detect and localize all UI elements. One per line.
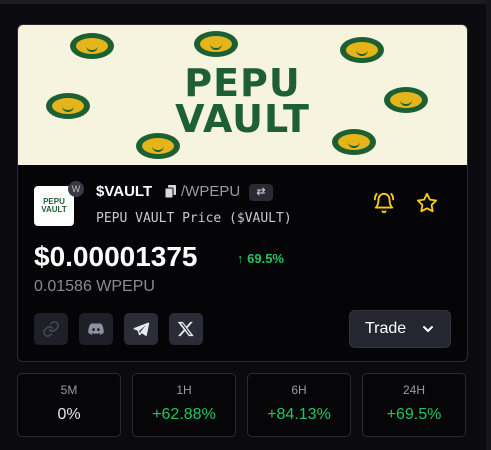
swap-icon[interactable]: ⇄ bbox=[249, 184, 273, 201]
link-button[interactable] bbox=[34, 313, 68, 345]
chain-badge: W bbox=[68, 181, 84, 197]
stat-value: +62.88% bbox=[152, 406, 216, 423]
stat-5m[interactable]: 5M 0% bbox=[17, 373, 121, 437]
stat-label: 24H bbox=[402, 383, 425, 397]
banner-title-line2: VAULT bbox=[175, 97, 310, 141]
stat-value: +69.5% bbox=[386, 406, 442, 423]
trade-label: Trade bbox=[365, 320, 407, 337]
top-border bbox=[0, 0, 491, 4]
x-button[interactable] bbox=[169, 313, 203, 345]
token-banner: PEPU VAULT bbox=[18, 25, 467, 165]
copy-icon[interactable] bbox=[165, 185, 176, 198]
coin-icon bbox=[194, 31, 238, 57]
token-logo-text: PEPU VAULT bbox=[41, 197, 67, 214]
coin-icon bbox=[340, 37, 384, 63]
telegram-icon bbox=[133, 322, 150, 336]
up-arrow-icon: ↑ bbox=[237, 251, 244, 266]
stat-label: 6H bbox=[291, 383, 307, 397]
price-in-quote: 0.01586 WPEPU bbox=[34, 278, 155, 295]
star-icon[interactable] bbox=[416, 192, 438, 214]
scrollbar[interactable] bbox=[486, 0, 491, 450]
coin-icon bbox=[70, 33, 114, 59]
stat-value: +84.13% bbox=[267, 406, 331, 423]
trade-button[interactable]: Trade bbox=[349, 310, 451, 348]
link-icon bbox=[43, 321, 59, 337]
price-change-value: 69.5% bbox=[247, 251, 284, 266]
stat-6h[interactable]: 6H +84.13% bbox=[247, 373, 351, 437]
stat-1h[interactable]: 1H +62.88% bbox=[132, 373, 236, 437]
pair-symbol[interactable]: /WPEPU bbox=[181, 183, 240, 200]
bell-icon[interactable] bbox=[373, 192, 395, 214]
token-price: $0.00001375 bbox=[34, 241, 198, 272]
price-change: ↑ 69.5% bbox=[237, 251, 284, 266]
stat-label: 5M bbox=[60, 383, 78, 397]
discord-button[interactable] bbox=[79, 313, 113, 345]
token-symbol: $VAULT bbox=[96, 183, 153, 200]
telegram-button[interactable] bbox=[124, 313, 158, 345]
discord-icon bbox=[88, 323, 104, 335]
stat-label: 1H bbox=[176, 383, 192, 397]
stat-value: 0% bbox=[57, 406, 81, 423]
x-icon bbox=[177, 321, 194, 337]
chevron-down-icon bbox=[423, 326, 433, 333]
token-full-name: PEPU VAULT Price ($VAULT) bbox=[96, 211, 292, 226]
token-card: PEPU VAULT PEPU VAULT W $VAULT /WPEPU ⇄ … bbox=[17, 24, 468, 362]
stat-24h[interactable]: 24H +69.5% bbox=[362, 373, 466, 437]
